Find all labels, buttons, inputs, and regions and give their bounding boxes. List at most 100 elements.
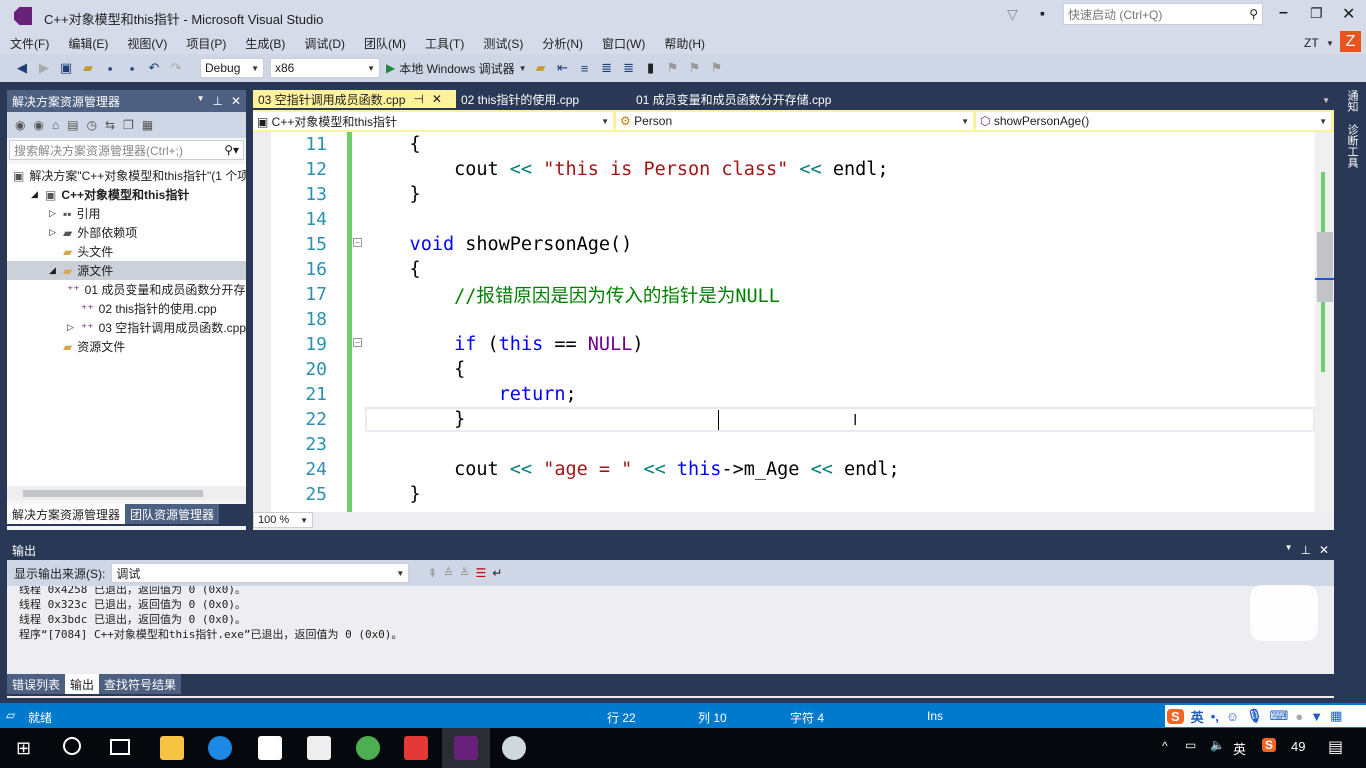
solution-search-input[interactable]: 搜索解决方案资源管理器(Ctrl+;) ⚲▾ (9, 140, 244, 160)
visual-studio-taskbar-button[interactable] (442, 728, 490, 768)
sogou-logo-icon[interactable]: S (1167, 708, 1184, 724)
comment-icon[interactable]: ≣ (599, 60, 615, 76)
tree-item[interactable]: ⁺⁺ 02 this指针的使用.cpp (7, 299, 246, 318)
uncomment-icon[interactable]: ≣ (621, 60, 637, 76)
tab-solution-explorer[interactable]: 解决方案资源管理器 (7, 504, 126, 524)
expander-icon[interactable]: ▷ (49, 227, 63, 238)
menu-item[interactable]: 视图(V) (127, 35, 167, 52)
expander-icon[interactable]: ▷ (67, 322, 81, 333)
file-explorer-icon[interactable] (160, 736, 184, 760)
tray-chevron-icon[interactable]: ^ (1162, 739, 1168, 753)
restore-button[interactable]: ❐ (1310, 5, 1323, 22)
properties-icon[interactable]: ▦ (142, 118, 153, 132)
browser-icon[interactable] (208, 736, 232, 760)
feedback-icon[interactable]: ▪ (1040, 5, 1045, 21)
windows-start-icon[interactable]: ⊞ (16, 738, 31, 759)
next-message-icon[interactable]: ≚ (459, 566, 469, 580)
tree-item[interactable]: ▷ ▪▪ 引用 (7, 204, 246, 223)
redo-icon[interactable]: ↷ (168, 60, 184, 76)
horizontal-scrollbar[interactable] (7, 486, 246, 500)
prev-bookmark-icon[interactable]: ⚑ (665, 60, 681, 76)
menu-item[interactable]: 项目(P) (186, 35, 226, 52)
tab-find-symbol-results[interactable]: 查找符号结果 (99, 674, 182, 694)
task-view-icon[interactable] (110, 739, 130, 755)
menu-item[interactable]: 调试(D) (304, 35, 345, 52)
member-dropdown[interactable]: ⬡ showPersonAge() ▼ (976, 112, 1331, 130)
network-icon[interactable]: ▭ (1185, 738, 1196, 752)
prev-message-icon[interactable]: ≙ (443, 566, 453, 580)
dropdown-icon[interactable]: ▼ (1285, 543, 1293, 557)
step-icon[interactable]: ⇤ (555, 60, 571, 76)
expander-icon[interactable]: ◢ (31, 189, 45, 200)
fold-toggle-icon[interactable]: − (353, 238, 362, 247)
save-all-icon[interactable]: ▪ (124, 60, 140, 76)
xmind-icon[interactable] (404, 736, 428, 760)
tree-item[interactable]: ▣ 解决方案"C++对象模型和this指针"(1 个项目) (7, 166, 246, 185)
switch-view-icon[interactable]: ▤ (67, 118, 78, 132)
tab-team-explorer[interactable]: 团队资源管理器 (125, 504, 220, 524)
back-icon[interactable]: ◀ (14, 60, 30, 76)
microphone-icon[interactable]: 🎙 (1246, 708, 1263, 724)
menu-item[interactable]: 分析(N) (542, 35, 583, 52)
clear-all-icon[interactable]: ☰ (476, 566, 487, 580)
project-dropdown[interactable]: ▣ C++对象模型和this指针 ▼ (253, 112, 613, 130)
keyboard-icon[interactable]: ⌨ (1270, 708, 1289, 724)
tree-item[interactable]: ◢ ▣ C++对象模型和this指针 (7, 185, 246, 204)
sogou-tray-icon[interactable]: S (1262, 738, 1277, 752)
close-icon[interactable]: ✕ (432, 92, 442, 106)
forward-icon[interactable]: ◉ (33, 118, 43, 132)
undo-icon[interactable]: ↶ (146, 60, 162, 76)
tray-language[interactable]: 英 (1233, 739, 1246, 758)
run-debugger-button[interactable]: ▶ 本地 Windows 调试器 ▼ (386, 60, 527, 77)
right-tab-notifications[interactable]: 通知 (1344, 90, 1360, 112)
class-dropdown[interactable]: ⚙ Person ▼ (616, 112, 973, 130)
tree-item[interactable]: ▷ ⁺⁺ 03 空指针调用成员函数.cpp (7, 318, 246, 337)
menu-item[interactable]: 窗口(W) (602, 35, 645, 52)
close-icon[interactable]: ✕ (231, 94, 241, 108)
pin-icon[interactable]: ⊥ (212, 94, 222, 108)
output-source-select[interactable]: 调试 ▼ (111, 563, 410, 583)
open-file-icon[interactable]: ▰ (80, 60, 96, 76)
search-circle-icon[interactable] (63, 737, 81, 755)
typora-icon[interactable] (307, 736, 331, 760)
menu-item[interactable]: 测试(S) (483, 35, 523, 52)
home-icon[interactable]: ⌂ (52, 118, 59, 132)
pin-icon[interactable]: ⊣ (413, 92, 423, 106)
back-icon[interactable]: ◉ (15, 118, 25, 132)
expander-icon[interactable]: ◢ (49, 265, 63, 276)
tree-item[interactable]: ▷ ▰ 外部依赖项 (7, 223, 246, 242)
fold-toggle-icon[interactable]: − (353, 338, 362, 347)
tab-file[interactable]: 01 成员变量和成员函数分开存储.cpp (636, 90, 896, 108)
expander-icon[interactable]: ▷ (49, 208, 63, 219)
tab-file[interactable]: 02 this指针的使用.cpp (456, 90, 636, 108)
user-icon[interactable]: ● (1295, 709, 1303, 724)
toolbox-icon[interactable]: ▦ (1330, 708, 1342, 724)
next-bookmark-icon[interactable]: ⚑ (687, 60, 703, 76)
punctuation-icon[interactable]: •, (1211, 709, 1219, 724)
tab-output[interactable]: 输出 (65, 674, 100, 694)
emoji-icon[interactable]: ☺ (1226, 709, 1239, 724)
skin-icon[interactable]: ▼ (1310, 709, 1323, 724)
code-area[interactable]: 11 {12 cout << "this is Person class" <<… (253, 132, 1334, 512)
tab-overflow-icon[interactable]: ▼ (1318, 90, 1334, 110)
paint-icon[interactable] (502, 736, 526, 760)
tree-item[interactable]: ▰ 资源文件 (7, 337, 246, 356)
tree-item[interactable]: ◢ ▰ 源文件 (7, 261, 246, 280)
config-select[interactable]: Debug ▼ (200, 58, 264, 78)
new-project-icon[interactable]: ▣ (58, 60, 74, 76)
dropdown-icon[interactable]: ▼ (197, 94, 205, 108)
sync-icon[interactable]: ⇆ (105, 118, 115, 132)
close-icon[interactable]: ✕ (1319, 543, 1329, 557)
menu-item[interactable]: 编辑(E) (68, 35, 108, 52)
goto-error-icon[interactable]: ⇞ (427, 566, 437, 580)
menu-item[interactable]: 帮助(H) (664, 35, 705, 52)
menu-item[interactable]: 团队(M) (364, 35, 406, 52)
right-tab-diagnostics[interactable]: 诊断工具 (1344, 124, 1360, 168)
filter-icon[interactable]: ▽ (1007, 6, 1018, 23)
forward-icon[interactable]: ▶ (36, 60, 52, 76)
pin-icon[interactable]: ⊥ (1300, 543, 1310, 557)
save-icon[interactable]: ▪ (102, 60, 118, 76)
quick-launch-input[interactable]: 快速启动 (Ctrl+Q) ⚲ (1063, 3, 1263, 25)
find-icon[interactable]: ▰ (533, 60, 549, 76)
minimize-button[interactable]: – (1279, 4, 1288, 22)
